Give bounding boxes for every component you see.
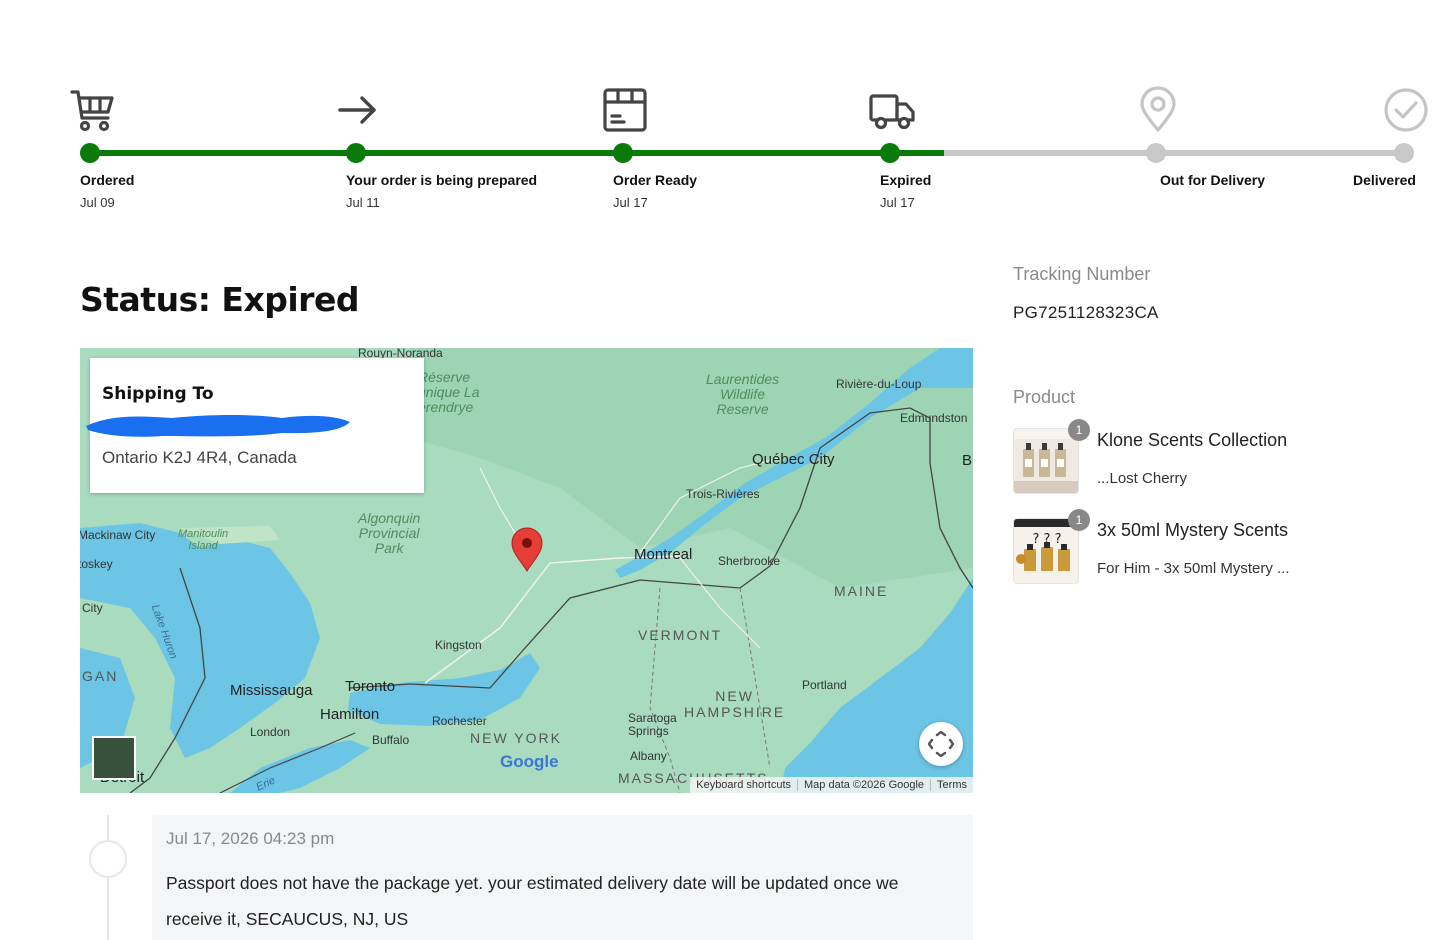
step-label: Out for Delivery — [1159, 172, 1265, 188]
package-icon — [603, 88, 647, 132]
map-label: Kingston — [435, 638, 482, 652]
map-label: MAINE — [834, 583, 889, 599]
shipping-address: Ontario K2J 4R4, Canada — [102, 448, 297, 467]
timeline-dot — [89, 840, 127, 878]
step-label: Order Ready — [613, 172, 698, 188]
step-dot — [880, 143, 900, 163]
step-delivered: Delivered — [1353, 0, 1428, 230]
terms-link[interactable]: Terms — [930, 779, 973, 791]
tracking-heading: Tracking Number — [1013, 264, 1151, 284]
product-name: Klone Scents Collection — [1097, 430, 1288, 450]
truck-icon — [869, 94, 915, 130]
redacted-name-scribble — [86, 415, 350, 437]
step-label: Expired — [880, 172, 932, 188]
map-label: toskey — [80, 557, 113, 571]
check-circle-icon — [1384, 88, 1428, 132]
step-dot — [613, 143, 633, 163]
product-heading: Product — [1013, 387, 1076, 407]
fullscreen-button[interactable] — [919, 722, 963, 766]
map-label: Laurentides Wildlife Reserve — [706, 371, 780, 417]
map-label: London — [250, 725, 291, 739]
event-message: Passport does not have the package yet. … — [166, 873, 899, 929]
cart-icon — [70, 90, 114, 132]
arrow-right-icon — [338, 96, 376, 124]
map-label: Manitoulin Island — [178, 528, 229, 552]
map-label: Portland — [802, 678, 847, 692]
progress-fill — [90, 150, 945, 156]
quantity-badge: 1 — [1068, 509, 1090, 531]
step-label: Delivered — [1352, 172, 1416, 188]
delivery-map[interactable]: Rouyn-Noranda Réserve unique La érendrye… — [80, 348, 973, 793]
map-label: Toronto — [345, 678, 396, 695]
tracking-number[interactable]: PG7251128323CA — [1013, 303, 1413, 323]
map-label: City — [82, 601, 103, 615]
product-variant: For Him - 3x 50ml Mystery ... — [1097, 560, 1290, 577]
step-ordered: Ordered Jul 09 — [70, 0, 134, 230]
product-item[interactable]: 1 Klone Scents Collection ...Lost Cherry — [1013, 419, 1413, 512]
keyboard-shortcuts-link[interactable]: Keyboard shortcuts — [690, 779, 797, 791]
map-label: Algonquin Provincial Park — [358, 510, 421, 556]
fullscreen-icon — [928, 731, 954, 757]
step-out-for-delivery: Out for Delivery — [1140, 0, 1265, 230]
step-label: Your order is being prepared — [346, 172, 538, 188]
map-label: Saratoga Springs — [628, 711, 677, 738]
step-dot — [80, 143, 100, 163]
step-expired: Expired Jul 17 — [869, 0, 931, 230]
map-label: NEW HAMPSHIRE — [684, 688, 786, 720]
product-image — [1013, 428, 1079, 494]
status-title: Status: Expired — [80, 280, 359, 319]
shipping-title: Shipping To — [102, 384, 214, 404]
map-label: B — [962, 452, 973, 469]
step-date: Jul 11 — [346, 195, 380, 210]
google-logo: Google — [500, 752, 559, 772]
map-label: VERMONT — [638, 627, 722, 643]
map-attribution: Keyboard shortcuts Map data ©2026 Google… — [690, 777, 973, 793]
step-dot — [1146, 143, 1166, 163]
product-name: 3x 50ml Mystery Scents — [1097, 520, 1289, 540]
step-order-ready: Order Ready Jul 17 — [603, 0, 697, 230]
map-label: Edmundston — [900, 411, 968, 425]
step-dot — [346, 143, 366, 163]
map-label: NEW YORK — [470, 730, 562, 746]
step-date: Jul 09 — [80, 195, 115, 210]
product-item[interactable]: ? ? ? 1 3x 50ml Mystery Scents For Him -… — [1013, 509, 1413, 602]
map-label: Buffalo — [372, 733, 410, 747]
map-label: GAN — [82, 668, 119, 684]
product-variant: ...Lost Cherry — [1097, 470, 1188, 487]
quantity-badge: 1 — [1068, 419, 1090, 441]
map-label: Rivière-du-Loup — [836, 377, 922, 391]
step-dot — [1394, 143, 1414, 163]
map-label: Trois-Rivières — [686, 487, 760, 501]
order-progress-tracker: Ordered Jul 09 Your order is being prepa… — [0, 0, 1440, 230]
map-label: Réserve unique La érendrye — [418, 369, 480, 415]
map-label: Montreal — [634, 546, 693, 563]
map-label: Sherbrooke — [718, 554, 781, 568]
tracking-event: Jul 17, 2026 04:23 pm Passport does not … — [152, 815, 973, 940]
map-label: Mackinaw City — [80, 528, 156, 542]
product-image: ? ? ? — [1013, 518, 1079, 584]
event-timestamp: Jul 17, 2026 04:23 pm — [166, 829, 335, 848]
google-logo-text: Google — [500, 752, 559, 771]
map-type-toggle[interactable] — [92, 736, 136, 780]
map-data-credit: Map data ©2026 Google — [797, 779, 930, 791]
map-label: Mississauga — [230, 682, 313, 699]
map-label: Albany — [630, 749, 667, 763]
map-label: Hamilton — [320, 706, 380, 723]
shipping-to-card: Shipping To Ontario K2J 4R4, Canada — [86, 358, 424, 493]
map-label: Rochester — [432, 714, 487, 728]
map-label: Québec City — [752, 451, 835, 468]
step-preparing: Your order is being prepared Jul 11 — [338, 0, 537, 230]
step-date: Jul 17 — [613, 195, 648, 210]
order-details-panel: Tracking Number PG7251128323CA Product 1… — [1013, 264, 1413, 602]
step-label: Ordered — [80, 172, 135, 188]
step-date: Jul 17 — [880, 195, 915, 210]
map-pin-icon — [1140, 86, 1176, 132]
